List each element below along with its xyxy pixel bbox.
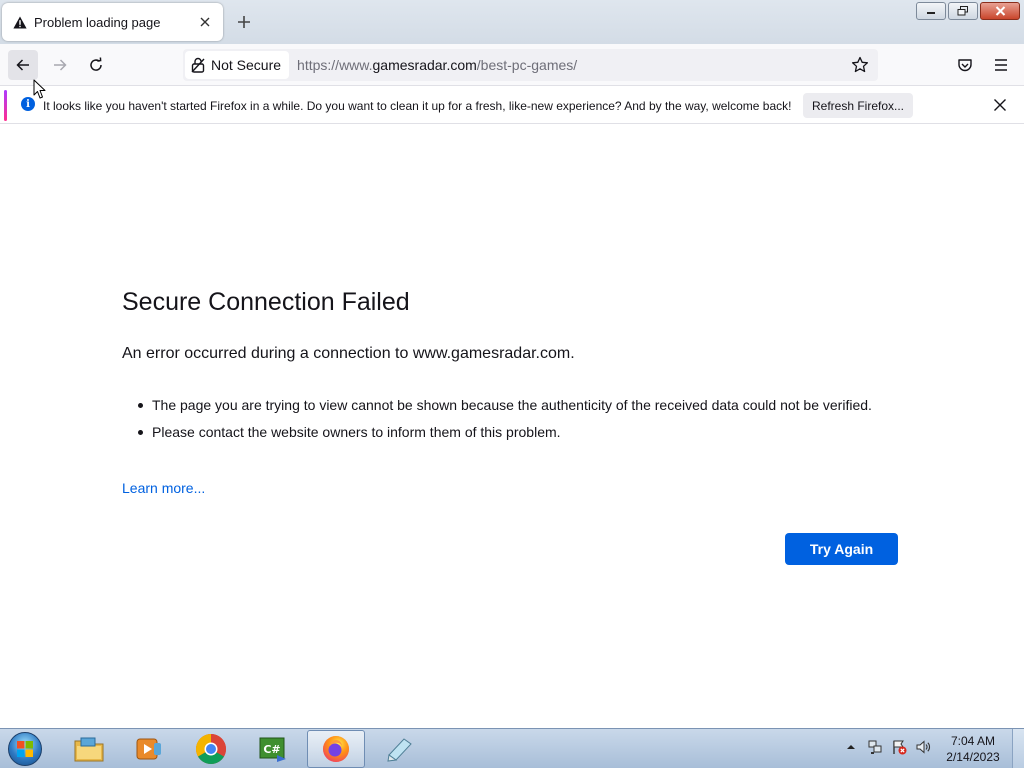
file-explorer-icon[interactable] (60, 730, 118, 768)
security-indicator[interactable]: Not Secure (185, 51, 290, 79)
new-tab-button[interactable] (233, 11, 255, 33)
minimize-button[interactable] (916, 2, 946, 20)
app-menu-button[interactable] (986, 50, 1016, 80)
reload-icon (90, 57, 102, 71)
warning-icon (12, 15, 28, 29)
show-desktop-button[interactable] (1012, 729, 1024, 768)
svg-text:C#: C# (263, 743, 280, 756)
forward-button[interactable] (45, 50, 75, 80)
firefox-icon[interactable] (307, 730, 365, 768)
browser-window: Problem loading page Not Secure https://… (0, 0, 1024, 768)
network-icon[interactable] (867, 739, 883, 755)
url-bar[interactable]: Not Secure https://www.gamesradar.com/be… (183, 49, 878, 81)
action-center-flag-icon[interactable] (891, 739, 907, 755)
close-window-button[interactable] (980, 2, 1020, 20)
tab-close-icon[interactable] (195, 12, 215, 32)
url-text[interactable]: https://www.gamesradar.com/best-pc-games… (297, 57, 848, 73)
system-tray (843, 739, 931, 755)
restore-button[interactable] (948, 2, 978, 20)
url-prefix: https://www. (297, 57, 373, 73)
chrome-icon[interactable] (182, 730, 240, 768)
notification-close-icon[interactable] (988, 93, 1012, 117)
pocket-button[interactable] (950, 50, 980, 80)
window-controls (916, 2, 1020, 20)
taskbar-clock[interactable]: 7:04 AM 2/14/2023 (938, 733, 1008, 765)
windows-logo-icon (8, 732, 42, 766)
try-again-button[interactable]: Try Again (785, 533, 898, 565)
start-button[interactable] (5, 730, 45, 768)
forward-arrow-icon (54, 59, 67, 71)
back-arrow-icon (16, 59, 29, 71)
url-host: gamesradar.com (372, 57, 477, 73)
error-short-description: An error occurred during a connection to… (122, 345, 575, 362)
show-hidden-icons-arrow-icon[interactable] (843, 739, 859, 755)
url-path: /best-pc-games/ (476, 57, 578, 73)
learn-more-link[interactable]: Learn more... (122, 480, 205, 496)
tab-title: Problem loading page (34, 14, 161, 30)
bookmark-star-icon[interactable] (848, 53, 872, 77)
pocket-icon (958, 59, 972, 72)
tab-strip: Problem loading page (0, 0, 1024, 44)
navigation-toolbar: Not Secure https://www.gamesradar.com/be… (0, 44, 1024, 86)
error-detail-item: The page you are trying to view cannot b… (138, 395, 878, 415)
media-player-icon[interactable] (120, 730, 178, 768)
refresh-notification-bar: i It looks like you haven't started Fire… (0, 87, 1024, 124)
clock-date: 2/14/2023 (946, 750, 1000, 764)
error-detail-item: Please contact the website owners to inf… (138, 422, 878, 442)
taskbar: C# 7:04 AM 2/14/2023 (0, 728, 1024, 768)
security-label: Not Secure (211, 57, 282, 73)
refresh-firefox-button[interactable]: Refresh Firefox... (803, 93, 913, 118)
notification-message: It looks like you haven't started Firefo… (43, 99, 792, 113)
clock-time: 7:04 AM (950, 734, 996, 748)
tab-problem-loading[interactable]: Problem loading page (2, 3, 223, 41)
reload-button[interactable] (81, 50, 111, 80)
mouse-cursor-icon (33, 79, 46, 99)
error-title: Secure Connection Failed (122, 288, 410, 316)
hamburger-menu-icon (995, 59, 1007, 71)
broken-lock-icon (191, 57, 205, 73)
error-details-list: The page you are trying to view cannot b… (138, 395, 878, 449)
notification-accent (4, 90, 7, 121)
back-button[interactable] (8, 50, 38, 80)
csharp-icon[interactable]: C# (244, 730, 302, 768)
error-page: Secure Connection Failed An error occurr… (0, 125, 1024, 728)
volume-icon[interactable] (915, 739, 931, 755)
notepad-icon[interactable] (370, 730, 428, 768)
